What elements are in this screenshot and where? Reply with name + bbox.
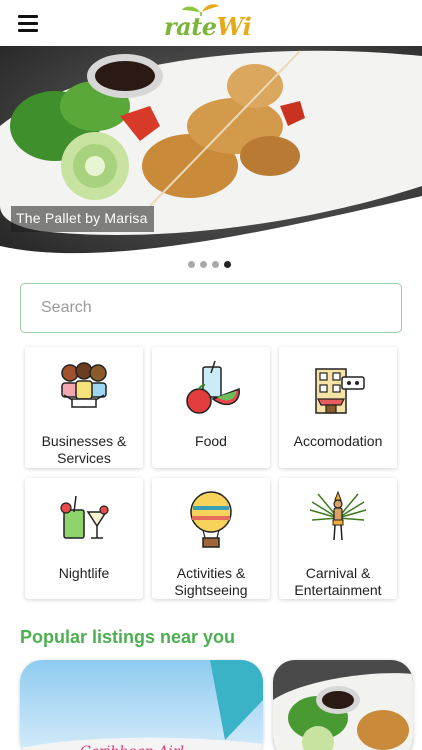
category-label: Businesses & Services (41, 433, 127, 466)
hotel-building-icon (315, 368, 365, 414)
business-people-icon (61, 362, 107, 408)
category-tile-carnival[interactable]: Carnival & Entertainment (279, 478, 397, 599)
category-label: Nightlife (58, 565, 110, 581)
category-tile-accomodation[interactable]: Accomodation (279, 347, 397, 468)
cocktail-icon (60, 495, 109, 539)
hot-air-balloon-icon (190, 491, 232, 548)
category-label: Activities & Sightseeing (174, 565, 248, 598)
food-plate-photo (273, 660, 413, 750)
carousel-dot[interactable] (188, 261, 195, 268)
app-header: rateWi (0, 0, 422, 46)
food-drink-icon (186, 360, 240, 414)
hamburger-menu-icon[interactable] (18, 15, 38, 32)
section-title-popular: Popular listings near you (20, 627, 236, 647)
listing-card[interactable]: Caribbean Airl (20, 660, 263, 750)
category-tile-food[interactable]: Food (152, 347, 270, 468)
category-label: Food (195, 433, 227, 449)
category-tile-nightlife[interactable]: Nightlife (25, 478, 143, 599)
airplane-photo: Caribbean Airl (20, 660, 263, 750)
search-input[interactable] (20, 283, 402, 333)
hero-caption: The Pallet by Marisa (11, 206, 154, 232)
carousel-dot[interactable] (200, 261, 207, 268)
app-logo: rateWi (162, 2, 262, 44)
carousel-pagination (188, 255, 236, 268)
carousel-dot-active[interactable] (224, 261, 231, 268)
category-label: Accomodation (293, 433, 383, 449)
category-label: Carnival & Entertainment (294, 565, 382, 598)
category-tile-businesses[interactable]: Businesses & Services (25, 347, 143, 468)
listing-card[interactable] (273, 660, 413, 750)
logo-text: rateWi (164, 12, 252, 41)
svg-text:Caribbean Airl: Caribbean Airl (80, 744, 184, 750)
carnival-costume-icon (309, 490, 367, 541)
category-tile-activities[interactable]: Activities & Sightseeing (152, 478, 270, 599)
carousel-dot[interactable] (212, 261, 219, 268)
